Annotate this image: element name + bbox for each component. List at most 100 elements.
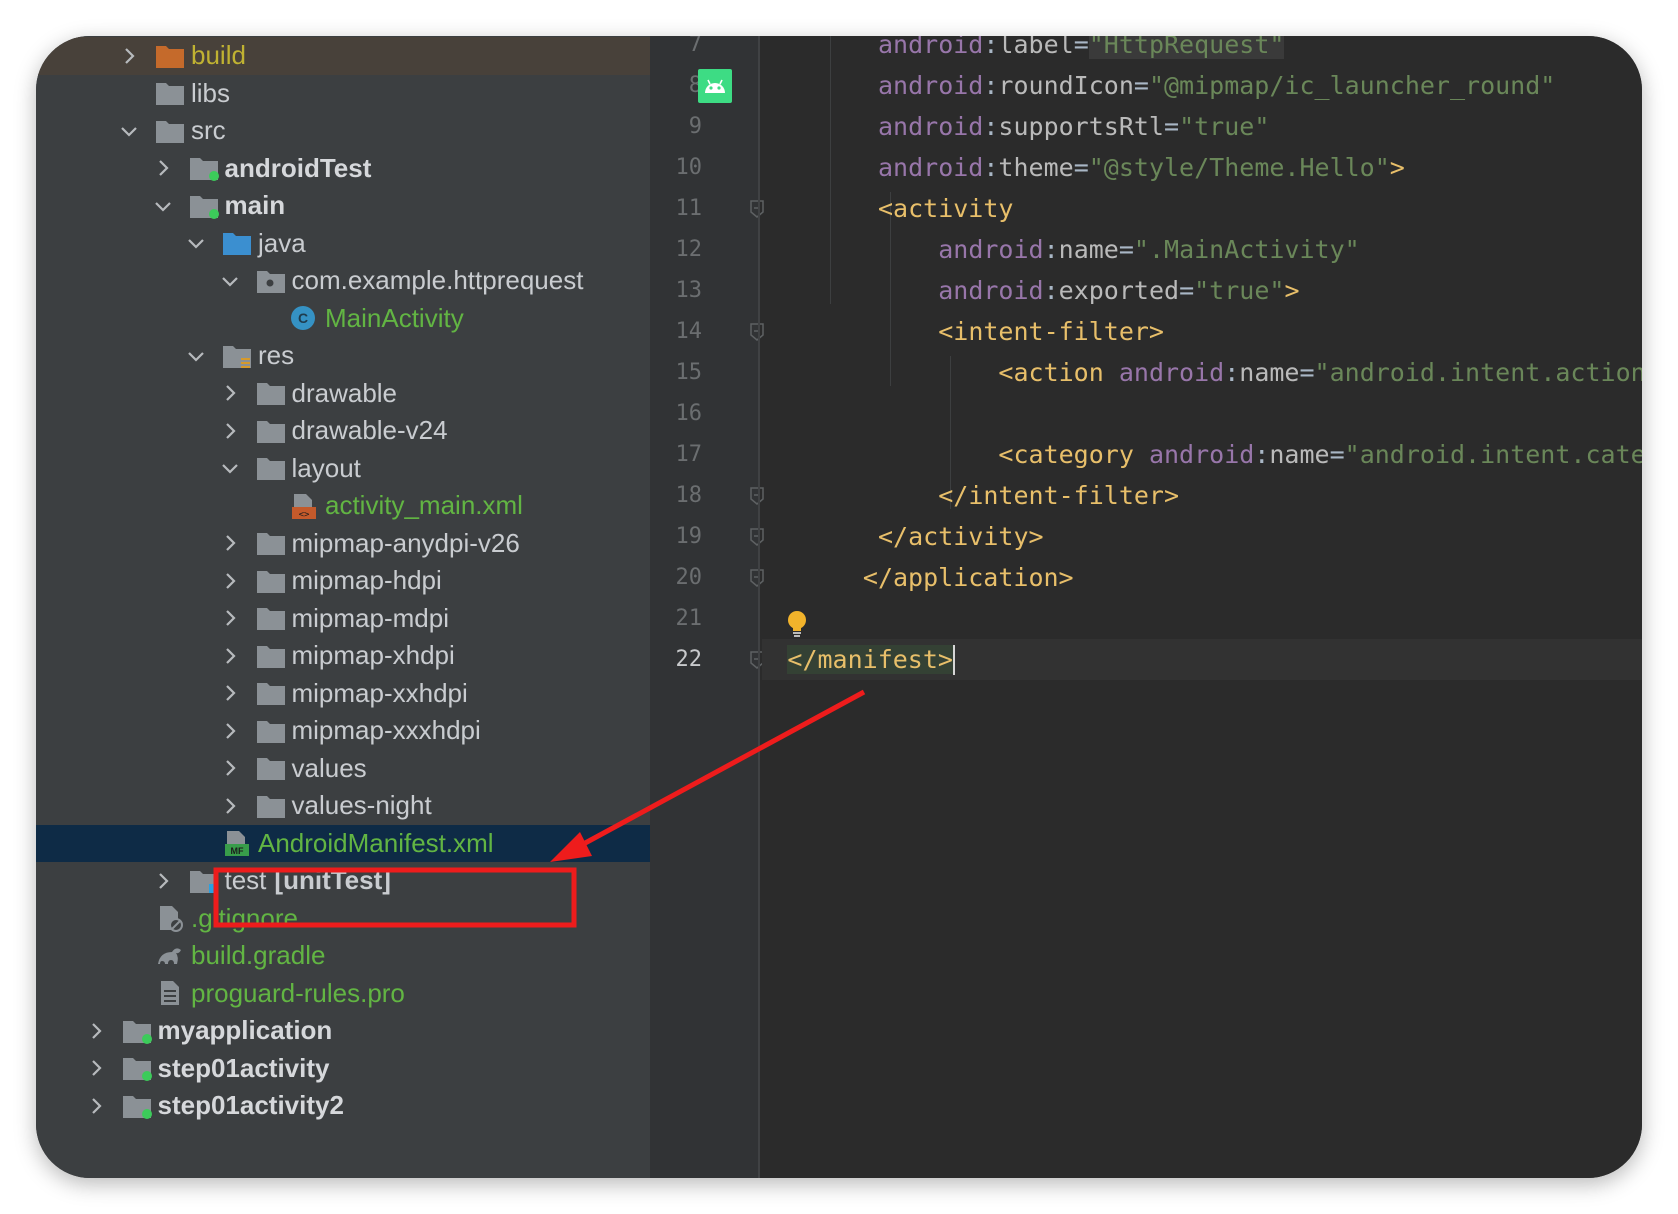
tree-item-label: step01activity2 (157, 1090, 344, 1121)
tree-item-mipmap-xhdpi[interactable]: mipmap-xhdpi (36, 637, 650, 675)
chevron-right-icon[interactable] (220, 523, 240, 563)
project-tree-panel[interactable]: build libs src androidTest main java com… (36, 36, 650, 1178)
folder-icon (256, 379, 286, 407)
chevron-right-icon[interactable] (220, 748, 240, 788)
code-line[interactable]: android: supportsRtl = "true" (650, 106, 1642, 147)
code-str: "android.intent.action.MAIN" (1314, 358, 1642, 387)
chevron-right-icon[interactable] (153, 861, 173, 901)
code-eq: = (1073, 153, 1089, 182)
tree-item-step01activity2[interactable]: step01activity2 (36, 1087, 650, 1125)
svg-text:<>: <> (299, 510, 310, 520)
text-file-icon (155, 979, 185, 1007)
code-line[interactable]: android: theme = "@style/Theme.Hello" > (650, 147, 1642, 188)
tree-item-label: libs (191, 77, 231, 108)
tree-item-mainactivity[interactable]: C MainActivity (36, 300, 650, 338)
code-line[interactable]: <category android: name = "android.intent.c… (650, 434, 1642, 475)
tree-item-myapplication[interactable]: myapplication (36, 1012, 650, 1050)
code-attr: android (938, 276, 1044, 305)
code-eq: : (983, 153, 999, 182)
folder-icon (256, 642, 286, 670)
tree-item-step01activity[interactable]: step01activity (36, 1050, 650, 1088)
tree-item-mipmap-mdpi[interactable]: mipmap-mdpi (36, 600, 650, 638)
tree-item-proguard-rules-pro[interactable]: proguard-rules.pro (36, 975, 650, 1013)
tree-item-label: layout (291, 452, 361, 483)
lightbulb-icon[interactable] (786, 610, 808, 638)
chevron-right-icon[interactable] (220, 373, 240, 413)
code-line[interactable]: android: label = "HttpRequest" (650, 36, 1642, 65)
folder-icon (256, 754, 286, 782)
code-line[interactable]: android: name = ".MainActivity" (650, 229, 1642, 270)
code-string: "HttpRequest" (1088, 36, 1285, 59)
code-line[interactable]: </activity> (650, 516, 1642, 557)
chevron-down-icon[interactable] (186, 223, 206, 263)
test-folder-icon (189, 867, 219, 895)
code-tag: <intent-filter> (938, 317, 1164, 346)
code-eq: = (1164, 112, 1180, 141)
chevron-right-icon[interactable] (86, 1086, 106, 1126)
chevron-right-icon[interactable] (86, 1011, 106, 1051)
tree-item-androidtest[interactable]: androidTest (36, 150, 650, 188)
chevron-right-icon[interactable] (119, 36, 139, 76)
chevron-right-icon[interactable] (220, 561, 240, 601)
tree-item-libs[interactable]: libs (36, 75, 650, 113)
tree-item-values-night[interactable]: values-night (36, 787, 650, 825)
code-area[interactable]: android: label = "HttpRequest" android: round… (650, 36, 1642, 1178)
module-folder-icon (122, 1092, 152, 1120)
tree-item-label: androidTest (224, 152, 372, 183)
tree-item-java[interactable]: java (36, 225, 650, 263)
code-name: name (1058, 235, 1119, 264)
chevron-right-icon[interactable] (220, 673, 240, 713)
code-line[interactable]: <intent-filter> (650, 311, 1642, 352)
chevron-right-icon[interactable] (220, 411, 240, 451)
tree-item-layout[interactable]: layout (36, 450, 650, 488)
tree-item-res[interactable]: res (36, 337, 650, 375)
chevron-right-icon[interactable] (220, 711, 240, 751)
chevron-right-icon[interactable] (86, 1048, 106, 1088)
text-caret (952, 644, 955, 675)
code-eq: = (1118, 235, 1134, 264)
code-line[interactable]: android: exported = "true" > (650, 270, 1642, 311)
code-editor[interactable]: 7 8 9 10 11 12 13 14 15 16 17 18 19 20 21 22 android: la… (650, 36, 1642, 1178)
tree-item-activity-main-xml[interactable]: <> activity_main.xml (36, 487, 650, 525)
tree-item-main[interactable]: main (36, 187, 650, 225)
tree-item-label: AndroidManifest.xml (258, 827, 494, 858)
tree-item-androidmanifest-xml[interactable]: MF AndroidManifest.xml (36, 824, 650, 862)
tree-item-mipmap-hdpi[interactable]: mipmap-hdpi (36, 562, 650, 600)
chevron-down-icon[interactable] (153, 186, 173, 226)
code-line[interactable]: </manifest> (762, 639, 1642, 680)
tree-item-mipmap-xxxhdpi[interactable]: mipmap-xxxhdpi (36, 712, 650, 750)
code-str: "@mipmap/ic_launcher_round" (1148, 71, 1556, 100)
code-line[interactable]: </application> (650, 557, 1642, 598)
tree-item-drawable[interactable]: drawable (36, 375, 650, 413)
code-line[interactable]: </intent-filter> (650, 475, 1642, 516)
tree-item-gitignore[interactable]: .gitignore (36, 900, 650, 938)
code-line[interactable]: <action android: name = "android.intent.act… (650, 352, 1642, 393)
code-attr: android (1148, 440, 1255, 469)
code-line[interactable]: <activity (650, 188, 1642, 229)
chevron-right-icon[interactable] (153, 148, 173, 188)
tree-item-drawable-v24[interactable]: drawable-v24 (36, 412, 650, 450)
tree-item-values[interactable]: values (36, 750, 650, 788)
tree-item-build[interactable]: build (36, 37, 650, 75)
chevron-right-icon[interactable] (220, 786, 240, 826)
xml-file-icon: <> (289, 492, 319, 520)
chevron-down-icon[interactable] (186, 336, 206, 376)
code-line[interactable]: android: roundIcon = "@mipmap/ic_launcher_r… (650, 65, 1642, 106)
tree-item-test[interactable]: test [unitTest] (36, 862, 650, 900)
code-attr: android (878, 112, 984, 141)
module-folder-icon (189, 192, 219, 220)
chevron-down-icon[interactable] (119, 111, 139, 151)
chevron-right-icon[interactable] (220, 636, 240, 676)
tree-item-com-example-httprequest[interactable]: com.example.httprequest (36, 262, 650, 300)
chevron-right-icon[interactable] (220, 598, 240, 638)
chevron-down-icon[interactable] (220, 448, 240, 488)
tree-item-src[interactable]: src (36, 112, 650, 150)
code-attr: android (878, 36, 984, 59)
code-line[interactable] (650, 393, 1642, 434)
tree-item-mipmap-xxhdpi[interactable]: mipmap-xxhdpi (36, 675, 650, 713)
tree-item-label: proguard-rules.pro (191, 977, 405, 1008)
tree-item-build-gradle[interactable]: build.gradle (36, 937, 650, 975)
chevron-down-icon[interactable] (220, 261, 240, 301)
tree-item-mipmap-anydpi-v26[interactable]: mipmap-anydpi-v26 (36, 525, 650, 563)
folder-icon (256, 417, 286, 445)
